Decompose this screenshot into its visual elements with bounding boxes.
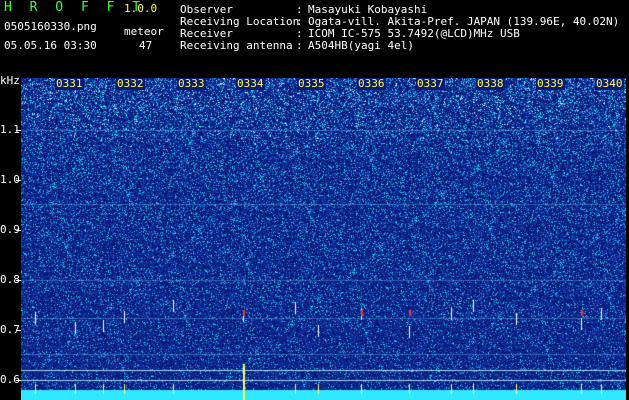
meteor-label: meteor bbox=[124, 25, 164, 38]
info-key-antenna: Receiving antenna bbox=[180, 39, 293, 52]
time-label: 0340 bbox=[595, 77, 624, 90]
time-label: 0337 bbox=[416, 77, 445, 90]
time-label: 0339 bbox=[536, 77, 565, 90]
datetime: 05.05.16 03:30 bbox=[4, 39, 97, 52]
time-label: 0332 bbox=[116, 77, 145, 90]
hroft-window: H R O F F T 1.0.0 0505160330.png meteor … bbox=[0, 0, 629, 400]
time-label: 0333 bbox=[177, 77, 206, 90]
spectrogram-plot: 0331 0332 0333 0334 0335 0336 0337 0338 … bbox=[21, 78, 626, 400]
info-sep: : bbox=[296, 39, 303, 52]
filename: 0505160330.png bbox=[4, 20, 97, 33]
time-label: 0331 bbox=[55, 77, 84, 90]
time-label: 0338 bbox=[476, 77, 505, 90]
y-axis-unit: kHz bbox=[0, 74, 20, 87]
time-label: 0336 bbox=[357, 77, 386, 90]
time-label: 0334 bbox=[236, 77, 265, 90]
spectrogram-canvas bbox=[21, 78, 626, 400]
app-version: 1.0.0 bbox=[124, 2, 158, 15]
meteor-count: 47 bbox=[139, 39, 153, 52]
info-value-antenna: A504HB(yagi 4el) bbox=[308, 39, 414, 52]
time-label: 0335 bbox=[297, 77, 326, 90]
